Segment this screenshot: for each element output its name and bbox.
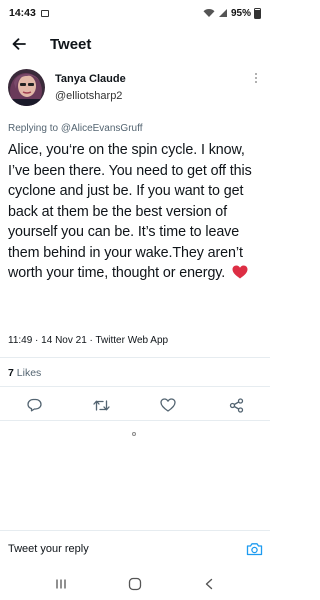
battery-percent: 95% (230, 7, 251, 19)
camera-icon (246, 543, 262, 556)
status-bar: 14:43 95% (0, 0, 270, 26)
like-button[interactable] (157, 394, 179, 416)
reply-input[interactable]: Tweet your reply (8, 543, 242, 555)
more-dot (255, 77, 257, 79)
arrow-left-icon (12, 38, 26, 50)
status-right: 95% (203, 7, 261, 19)
divider (0, 357, 270, 358)
tweet-text: Alice, you‘re on the spin cycle. I know,… (8, 142, 252, 281)
more-dot (255, 73, 257, 75)
system-back-button[interactable] (194, 569, 224, 599)
avatar[interactable] (8, 69, 45, 106)
author-display-name[interactable]: Tanya Claude (55, 73, 126, 85)
likes-number: 7 (8, 367, 14, 379)
app-header: Tweet (0, 26, 270, 62)
replying-prefix: Replying to (8, 123, 61, 134)
author-handle[interactable]: @elliotsharp2 (55, 90, 122, 102)
avatar-image (8, 69, 45, 106)
red-heart-icon (232, 265, 248, 279)
retweet-icon (92, 399, 110, 411)
likes-count[interactable]: 7 Likes (8, 367, 41, 379)
divider (0, 420, 270, 421)
home-button[interactable] (120, 569, 150, 599)
retweet-button[interactable] (90, 394, 112, 416)
signal-icon (218, 9, 227, 17)
system-nav-bar (0, 567, 270, 600)
more-dot (255, 81, 257, 83)
reply-bar: Tweet your reply (0, 531, 270, 567)
page-title: Tweet (50, 35, 92, 53)
home-icon (128, 577, 142, 590)
gallery-icon (40, 9, 49, 17)
battery-icon (254, 7, 261, 19)
replying-to: Replying to @AliceEvansGruff (8, 123, 142, 134)
share-button[interactable] (225, 394, 247, 416)
replying-mention[interactable]: @AliceEvansGruff (61, 123, 143, 134)
likes-label: Likes (16, 367, 42, 379)
tweet-actions (0, 394, 270, 416)
divider (0, 386, 270, 387)
reply-button[interactable] (23, 394, 45, 416)
wifi-icon (203, 9, 215, 17)
share-icon (229, 397, 243, 413)
loading-indicator (132, 432, 136, 436)
back-button[interactable] (2, 26, 36, 62)
back-icon (205, 578, 213, 589)
like-icon (160, 398, 176, 412)
camera-button[interactable] (242, 537, 266, 561)
recents-icon (56, 579, 66, 588)
reply-icon (26, 398, 42, 411)
status-time: 14:43 (9, 7, 36, 19)
tweet-meta: 11:49 · 14 Nov 21 · Twitter Web App (8, 335, 169, 346)
recents-button[interactable] (46, 569, 76, 599)
tweet-author: Tanya Claude @elliotsharp2 (8, 69, 262, 113)
tweet-body: Alice, you‘re on the spin cycle. I know,… (8, 140, 264, 284)
more-options-button[interactable] (250, 71, 262, 89)
